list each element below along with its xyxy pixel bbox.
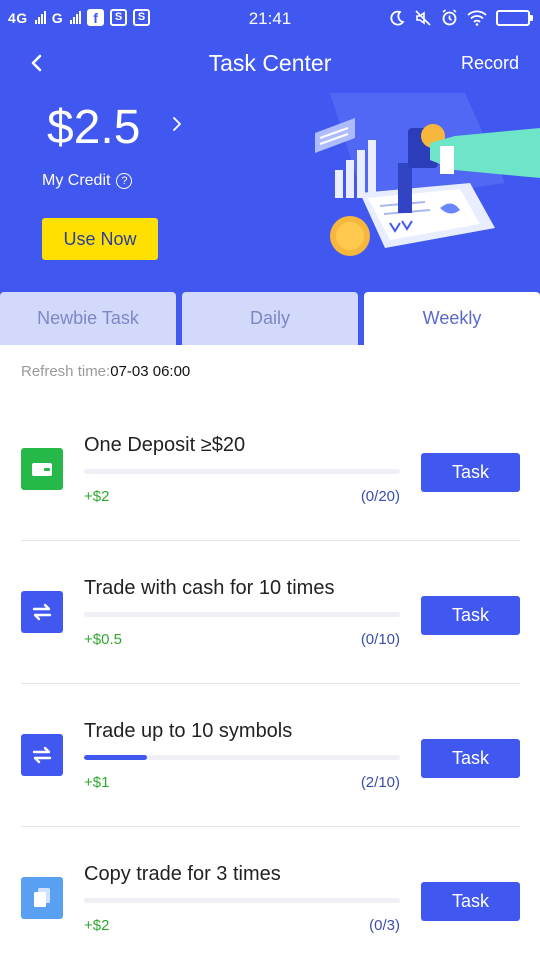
swap-arrows-icon <box>32 746 52 764</box>
task-icon-box <box>21 448 63 490</box>
status-bar: 4G G f S S 21:41 <box>0 0 540 38</box>
tab-newbie-task[interactable]: Newbie Task <box>0 292 176 345</box>
top-nav: Task Center Record <box>0 40 540 84</box>
use-now-button[interactable]: Use Now <box>42 218 158 260</box>
status-right <box>389 9 533 26</box>
task-progress-track <box>84 755 400 760</box>
refresh-time-label: Refresh time: <box>21 363 111 380</box>
task-progress-track <box>84 898 400 903</box>
task-progress-text: (2/10) <box>360 774 400 791</box>
task-progress-track <box>84 469 400 474</box>
wallet-icon <box>32 463 52 476</box>
record-link[interactable]: Record <box>461 53 519 74</box>
task-progress-fill <box>84 755 148 760</box>
tab-weekly[interactable]: Weekly <box>364 292 540 345</box>
task-button[interactable]: Task <box>421 596 520 635</box>
task-title: Trade up to 10 symbols <box>84 720 293 742</box>
finance-illustration <box>315 93 540 256</box>
refresh-time-value: 07-03 06:00 <box>110 363 191 380</box>
battery-icon <box>496 9 533 26</box>
task-progress-text: (0/20) <box>360 488 400 505</box>
task-reward: +$0.5 <box>84 631 122 648</box>
swap-arrows-icon <box>32 603 52 621</box>
task-reward: +$2 <box>84 488 110 505</box>
task-item: Copy trade for 3 times +$2 (0/3) Task <box>0 826 540 960</box>
task-icon-box <box>21 877 63 919</box>
task-item: Trade with cash for 10 times +$0.5 (0/10… <box>0 540 540 683</box>
refresh-time: Refresh time:07-03 06:00 <box>21 363 190 380</box>
tab-daily[interactable]: Daily <box>182 292 358 345</box>
task-title: One Deposit ≥$20 <box>84 434 246 456</box>
credit-label-row: My Credit ? <box>42 172 133 190</box>
task-button[interactable]: Task <box>421 882 520 921</box>
task-progress-track <box>84 612 400 617</box>
task-item: One Deposit ≥$20 +$2 (0/20) Task <box>0 397 540 540</box>
task-icon-box <box>21 591 63 633</box>
task-icon-box <box>21 734 63 776</box>
chevron-right-icon[interactable] <box>172 116 182 132</box>
wifi-icon <box>467 10 487 26</box>
task-button[interactable]: Task <box>421 739 520 778</box>
credit-amount[interactable]: $2.5 <box>47 100 140 155</box>
task-title: Copy trade for 3 times <box>84 863 281 885</box>
task-tabs: Newbie Task Daily Weekly <box>0 292 540 345</box>
help-icon[interactable]: ? <box>116 173 133 189</box>
page-title: Task Center <box>208 50 332 76</box>
task-item: Trade up to 10 symbols +$1 (2/10) Task <box>0 683 540 826</box>
my-credit-label: My Credit <box>42 172 111 189</box>
task-reward: +$1 <box>84 774 110 791</box>
alarm-icon <box>442 9 457 26</box>
mute-icon <box>415 9 431 26</box>
task-title: Trade with cash for 10 times <box>84 577 335 599</box>
copy-document-icon <box>34 888 50 907</box>
task-reward: +$2 <box>84 917 110 934</box>
task-progress-text: (0/3) <box>369 917 400 934</box>
task-progress-text: (0/10) <box>360 631 400 648</box>
task-button[interactable]: Task <box>421 453 520 492</box>
moon-icon <box>390 10 405 26</box>
